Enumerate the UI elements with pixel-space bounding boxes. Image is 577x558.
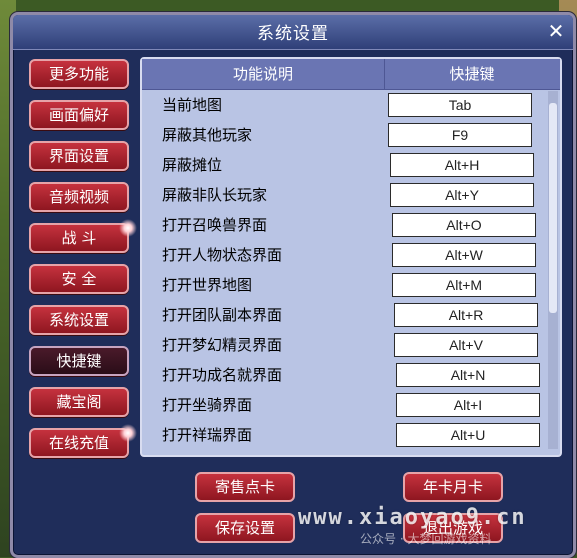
scroll-thumb[interactable] [549,103,557,313]
row-label: 打开祥瑞界面 [162,426,253,444]
row-label: 打开世界地图 [162,276,253,294]
sparkle-icon [119,424,137,442]
hotkey-field[interactable]: Alt+M [392,273,536,297]
sidebar-item-display[interactable]: 画面偏好 [29,100,129,130]
row-label: 打开召唤兽界面 [162,216,268,234]
row-label: 打开梦幻精灵界面 [162,336,283,354]
row-label: 打开团队副本界面 [162,306,283,324]
hotkey-field[interactable]: Alt+R [394,303,538,327]
sidebar-item-treasure[interactable]: 藏宝阁 [29,387,129,417]
watermark-caption: 公众号 · 大梦回游戏资料 [360,532,492,546]
sparkle-icon [119,219,137,237]
dialog-title: 系统设置 [257,24,329,44]
sidebar-item-more-features[interactable]: 更多功能 [29,59,129,89]
table-row: 打开坐骑界面 Alt+I [142,390,546,420]
row-label: 屏蔽非队长玩家 [162,186,268,204]
row-label: 当前地图 [162,96,223,114]
table-row: 当前地图 Tab [142,90,546,120]
hotkey-field[interactable]: Alt+W [392,243,536,267]
sidebar-item-interface[interactable]: 界面设置 [29,141,129,171]
row-label: 屏蔽其他玩家 [162,126,253,144]
sidebar-item-combat[interactable]: 战 斗 [29,219,137,253]
hotkey-field[interactable]: Alt+N [396,363,540,387]
hotkey-table: 功能说明 快捷键 当前地图 Tab 屏蔽其他玩家 F9 屏蔽摊位 Alt+H 屏… [140,57,562,457]
hotkey-field[interactable]: Alt+Y [390,183,534,207]
hotkey-field[interactable]: Alt+V [394,333,538,357]
settings-dialog: 系统设置 ✕ 更多功能 画面偏好 界面设置 音频视频 战 斗 安 全 系统设置 … [10,12,576,558]
table-row: 打开功成名就界面 Alt+N [142,360,546,390]
header-function-desc: 功能说明 [232,65,293,83]
hotkey-field[interactable]: F9 [388,123,532,147]
table-row: 打开团队副本界面 Alt+R [142,300,546,330]
table-row: 屏蔽摊位 Alt+H [142,150,546,180]
sidebar-item-audio-video[interactable]: 音频视频 [29,182,129,212]
table-row: 打开梦幻精灵界面 Alt+V [142,330,546,360]
sidebar-item-security[interactable]: 安 全 [29,264,129,294]
hotkey-field[interactable]: Tab [388,93,532,117]
sidebar-item-recharge-label: 在线充值 [48,434,109,452]
row-label: 打开坐骑界面 [162,396,253,414]
hotkey-field[interactable]: Alt+H [390,153,534,177]
sidebar-item-system[interactable]: 系统设置 [29,305,129,335]
year-month-card-button[interactable]: 年卡月卡 [403,472,503,502]
title-bar: 系统设置 ✕ [13,15,573,50]
table-row: 屏蔽非队长玩家 Alt+Y [142,180,546,210]
header-hotkey: 快捷键 [384,59,559,89]
table-row: 打开召唤兽界面 Alt+O [142,210,546,240]
hotkey-field[interactable]: Alt+U [396,423,540,447]
sidebar-item-combat-label: 战 斗 [61,229,97,247]
row-label: 打开人物状态界面 [162,246,283,264]
hotkey-field[interactable]: Alt+I [396,393,540,417]
save-settings-button[interactable]: 保存设置 [195,513,295,543]
table-row: 屏蔽其他玩家 F9 [142,120,546,150]
table-row: 打开人物状态界面 Alt+W [142,240,546,270]
sidebar-item-recharge[interactable]: 在线充值 [29,424,137,458]
close-icon[interactable]: ✕ [545,21,567,43]
row-label: 打开功成名就界面 [162,366,283,384]
row-label: 屏蔽摊位 [162,156,223,174]
table-header: 功能说明 快捷键 [142,59,560,90]
watermark: www.xiaoyao9.cn [298,505,527,530]
table-row: 打开祥瑞界面 Alt+U [142,420,546,450]
sell-card-button[interactable]: 寄售点卡 [195,472,295,502]
sidebar-item-hotkeys[interactable]: 快捷键 [29,346,129,376]
scrollbar[interactable] [548,91,558,449]
table-row: 打开世界地图 Alt+M [142,270,546,300]
hotkey-field[interactable]: Alt+O [392,213,536,237]
